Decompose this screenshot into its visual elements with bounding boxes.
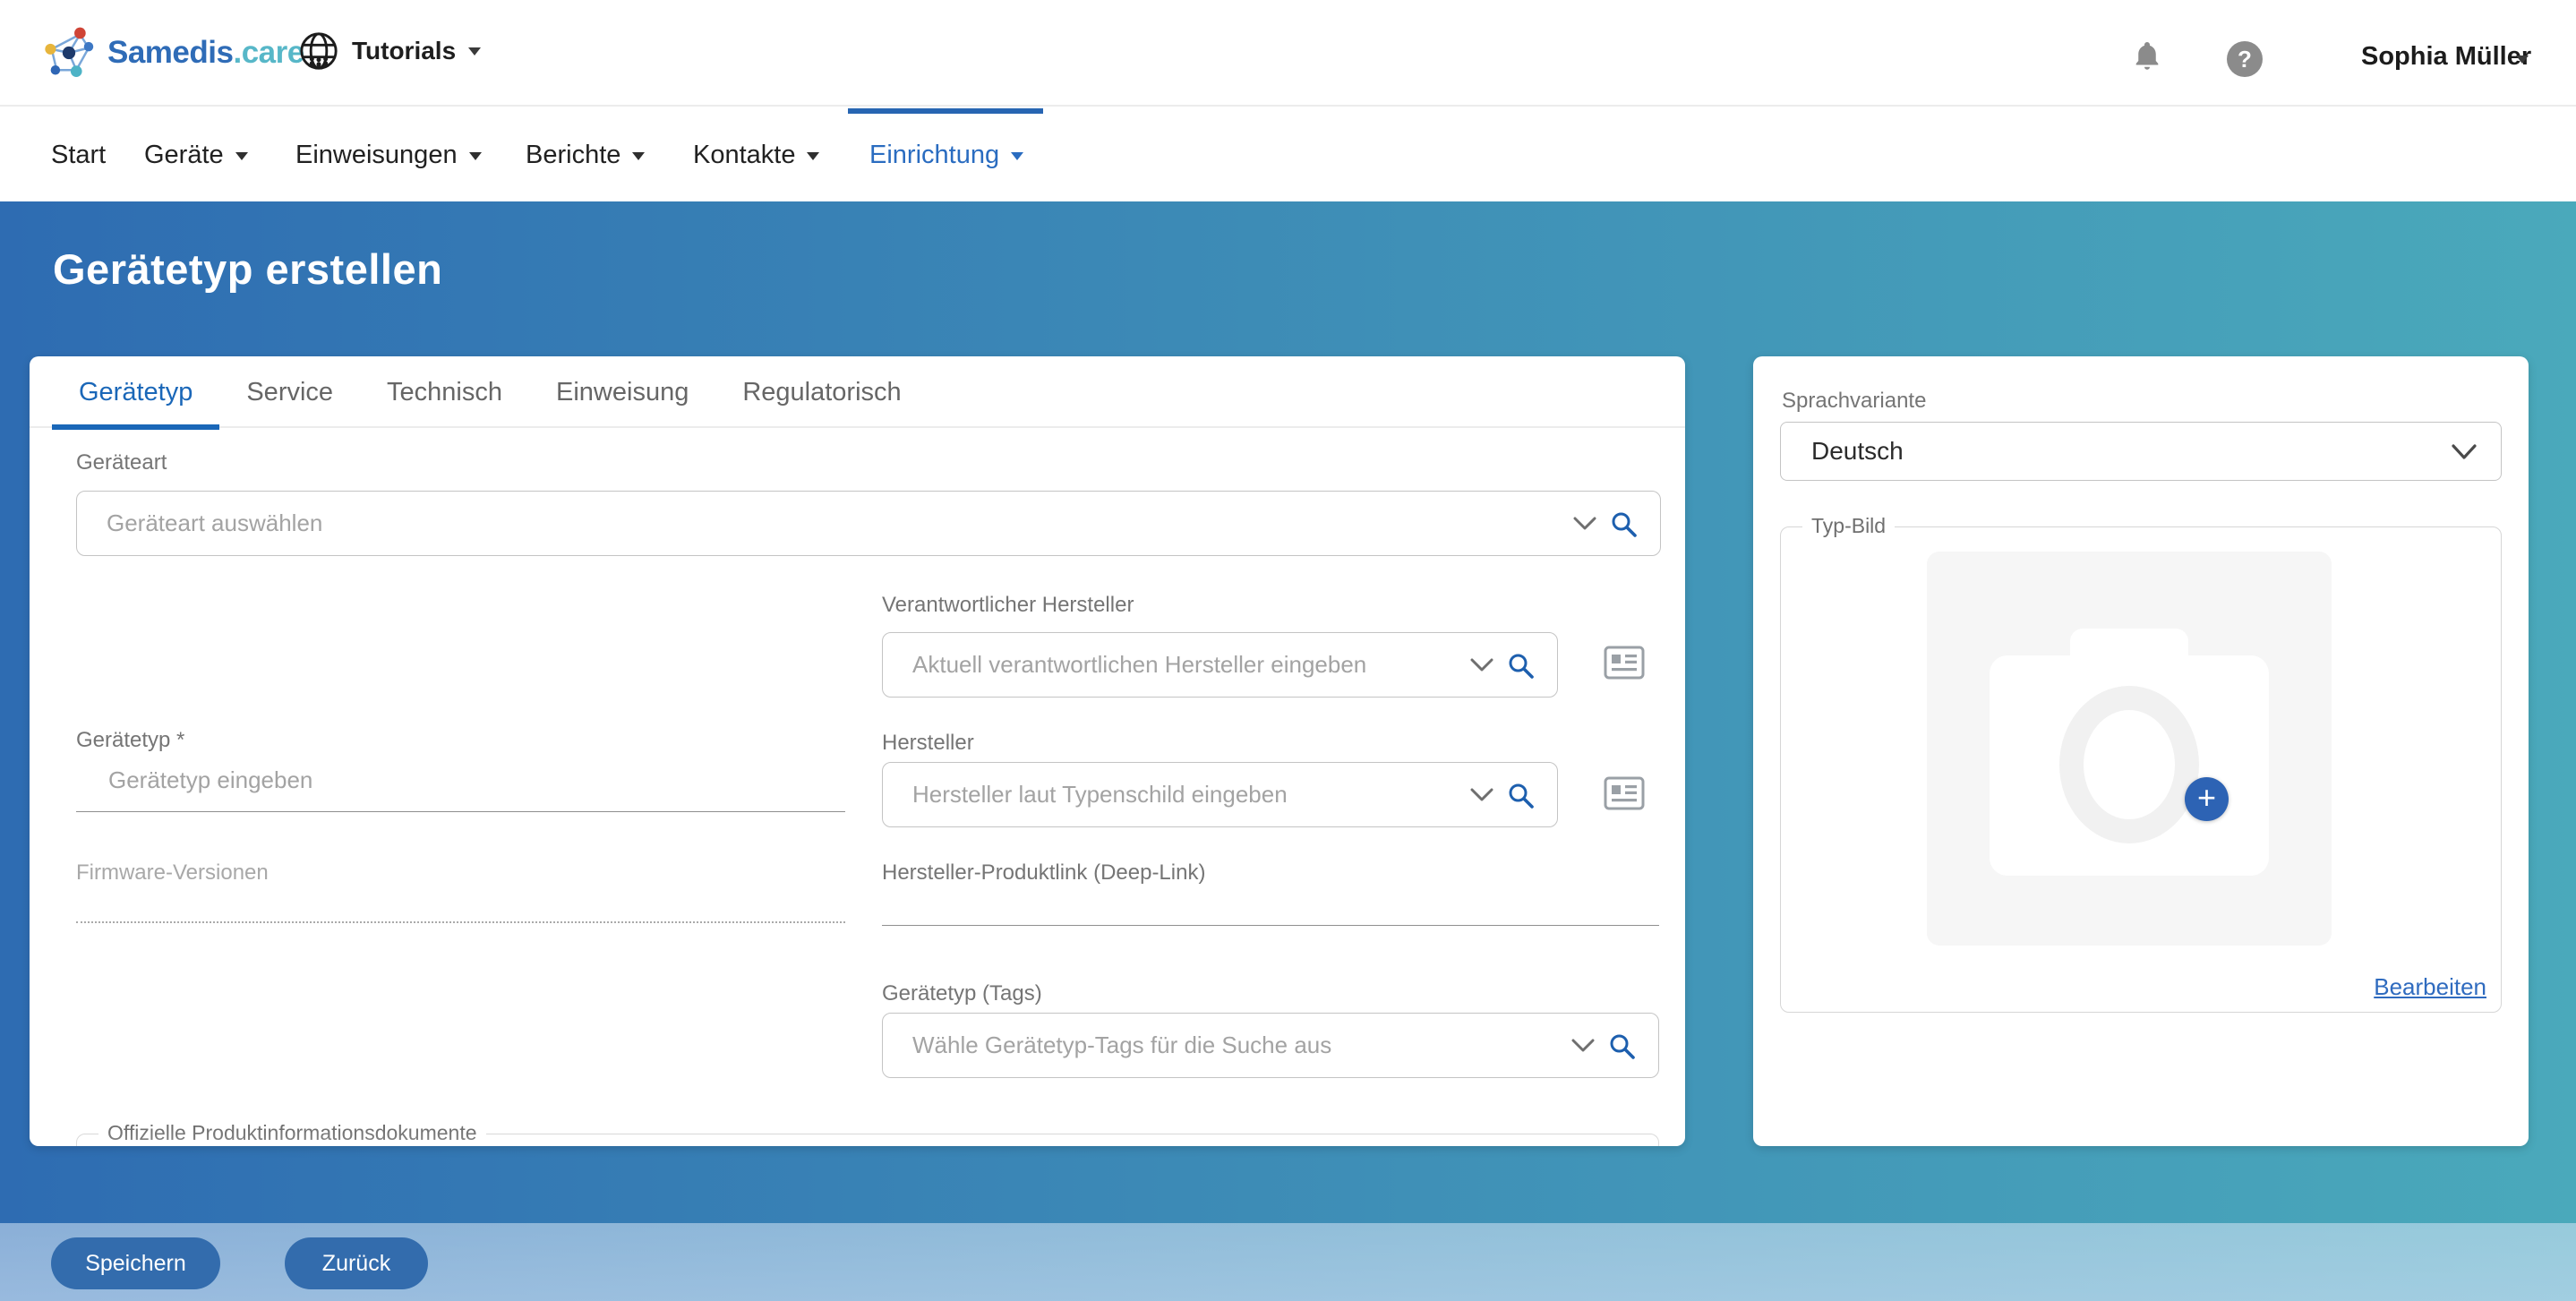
nav-item-label: Start <box>51 141 106 169</box>
verantwortlicher-hersteller-input[interactable]: Aktuell verantwortlichen Hersteller eing… <box>882 632 1558 698</box>
tutorials-menu[interactable]: Tutorials <box>298 30 481 72</box>
dokumente-legend: Offizielle Produktinformationsdokumente <box>98 1121 486 1145</box>
top-header: Samedis.care Tutorials <box>0 0 2576 107</box>
action-footer: Speichern Zurück <box>0 1223 2576 1301</box>
nav-item-label: Kontakte <box>693 141 795 169</box>
device-type-form-card: Gerätetyp Service Technisch Einweisung R… <box>30 356 1685 1146</box>
tab-einweisung[interactable]: Einweisung <box>529 356 715 428</box>
plus-icon: + <box>2197 779 2216 816</box>
caret-down-icon <box>2516 56 2529 64</box>
nav-item-label: Berichte <box>526 141 620 169</box>
help-icon: ? <box>2238 46 2252 73</box>
chevron-down-icon[interactable] <box>1572 516 1597 536</box>
avatar[interactable] <box>2303 30 2351 79</box>
nav-item-kontakte[interactable]: Kontakte <box>693 108 819 201</box>
caret-down-icon <box>235 152 248 160</box>
user-menu[interactable]: Sophia Müller <box>2361 42 2531 72</box>
back-button[interactable]: Zurück <box>285 1237 428 1289</box>
firmware-underline <box>76 921 845 923</box>
add-image-button[interactable]: + <box>2185 777 2229 821</box>
sprachvariante-label: Sprachvariante <box>1782 389 1926 414</box>
nav-item-berichte[interactable]: Berichte <box>526 108 645 201</box>
nav-item-label: Geräte <box>144 141 224 169</box>
save-button[interactable]: Speichern <box>51 1237 220 1289</box>
app-root: Samedis.care Tutorials <box>0 0 2576 1301</box>
camera-lens <box>2059 686 2199 843</box>
form-tabs: Gerätetyp Service Technisch Einweisung R… <box>30 356 1685 428</box>
tab-regulatorisch[interactable]: Regulatorisch <box>715 356 928 428</box>
sprachvariante-select[interactable]: Deutsch <box>1780 422 2502 481</box>
caret-down-icon <box>468 47 481 56</box>
produktlink-underline <box>882 925 1659 926</box>
hersteller-input[interactable]: Hersteller laut Typenschild eingeben <box>882 762 1558 827</box>
page-body: Gerätetyp erstellen Gerätetyp Service Te… <box>0 201 2576 1301</box>
caret-down-icon <box>632 152 645 160</box>
verantwortlicher-hersteller-label: Verantwortlicher Hersteller <box>882 593 1134 618</box>
chevron-down-icon[interactable] <box>1469 657 1494 678</box>
tags-label: Gerätetyp (Tags) <box>882 981 1042 1006</box>
search-icon[interactable] <box>1609 509 1639 544</box>
contact-card-icon[interactable] <box>1604 645 1645 685</box>
search-icon[interactable] <box>1607 1031 1637 1066</box>
search-icon[interactable] <box>1506 651 1536 685</box>
main-nav: Start Geräte Einweisungen Berichte Konta… <box>0 108 2576 201</box>
language-image-card: Sprachvariante Deutsch Typ-Bild Bearbeit… <box>1753 356 2529 1146</box>
geraetetyp-underline <box>76 811 845 812</box>
nav-item-einrichtung[interactable]: Einrichtung <box>869 108 1023 201</box>
chevron-down-icon <box>2451 443 2478 466</box>
tags-input[interactable]: Wähle Gerätetyp-Tags für die Suche aus <box>882 1013 1659 1078</box>
globe-icon <box>298 30 339 72</box>
caret-down-icon <box>1011 152 1023 160</box>
tab-geraetetyp[interactable]: Gerätetyp <box>52 356 219 428</box>
geraeteart-input[interactable]: Geräteart auswählen <box>76 491 1661 556</box>
camera-icon <box>1990 655 2269 876</box>
verantwortlicher-hersteller-placeholder: Aktuell verantwortlichen Hersteller eing… <box>912 633 1366 697</box>
brand-network-icon <box>39 23 98 82</box>
caret-down-icon <box>469 152 482 160</box>
chevron-down-icon[interactable] <box>1469 787 1494 808</box>
nav-item-start[interactable]: Start <box>51 108 106 201</box>
firmware-label: Firmware-Versionen <box>76 860 269 886</box>
brand-logo[interactable]: Samedis.care <box>39 23 304 82</box>
typ-bild-edit-link[interactable]: Bearbeiten <box>2374 973 2486 1001</box>
contact-card-icon[interactable] <box>1604 775 1645 816</box>
dokumente-dropzone[interactable]: Offizielle Produktinformationsdokumente … <box>76 1134 1659 1146</box>
tutorials-label: Tutorials <box>352 37 456 65</box>
typ-bild-legend: Typ-Bild <box>1802 514 1895 538</box>
hersteller-placeholder: Hersteller laut Typenschild eingeben <box>912 763 1288 826</box>
type-image-placeholder[interactable]: + <box>1927 552 2332 946</box>
chevron-down-icon[interactable] <box>1570 1038 1596 1058</box>
search-icon[interactable] <box>1506 781 1536 815</box>
geraetetyp-label: Gerätetyp * <box>76 728 184 753</box>
notifications-button[interactable] <box>2131 38 2163 78</box>
geraetetyp-input[interactable]: Gerätetyp eingeben <box>76 766 845 811</box>
bell-icon <box>2131 38 2163 73</box>
nav-item-einweisungen[interactable]: Einweisungen <box>295 108 482 201</box>
caret-down-icon <box>807 152 819 160</box>
brand-name: Samedis.care <box>107 35 304 71</box>
tab-technisch[interactable]: Technisch <box>360 356 529 428</box>
tab-service[interactable]: Service <box>219 356 360 428</box>
geraeteart-label: Geräteart <box>76 450 167 475</box>
geraetetyp-placeholder: Gerätetyp eingeben <box>108 766 312 794</box>
help-button[interactable]: ? <box>2227 41 2263 77</box>
nav-item-label: Einrichtung <box>869 141 999 169</box>
geraeteart-placeholder: Geräteart auswählen <box>107 492 322 555</box>
nav-item-geraete[interactable]: Geräte <box>144 108 248 201</box>
page-title: Gerätetyp erstellen <box>53 244 442 294</box>
sprachvariante-value: Deutsch <box>1811 423 1904 480</box>
produktlink-input[interactable] <box>882 880 1659 925</box>
nav-item-label: Einweisungen <box>295 141 458 169</box>
hersteller-label: Hersteller <box>882 731 974 756</box>
tags-placeholder: Wähle Gerätetyp-Tags für die Suche aus <box>912 1014 1331 1077</box>
